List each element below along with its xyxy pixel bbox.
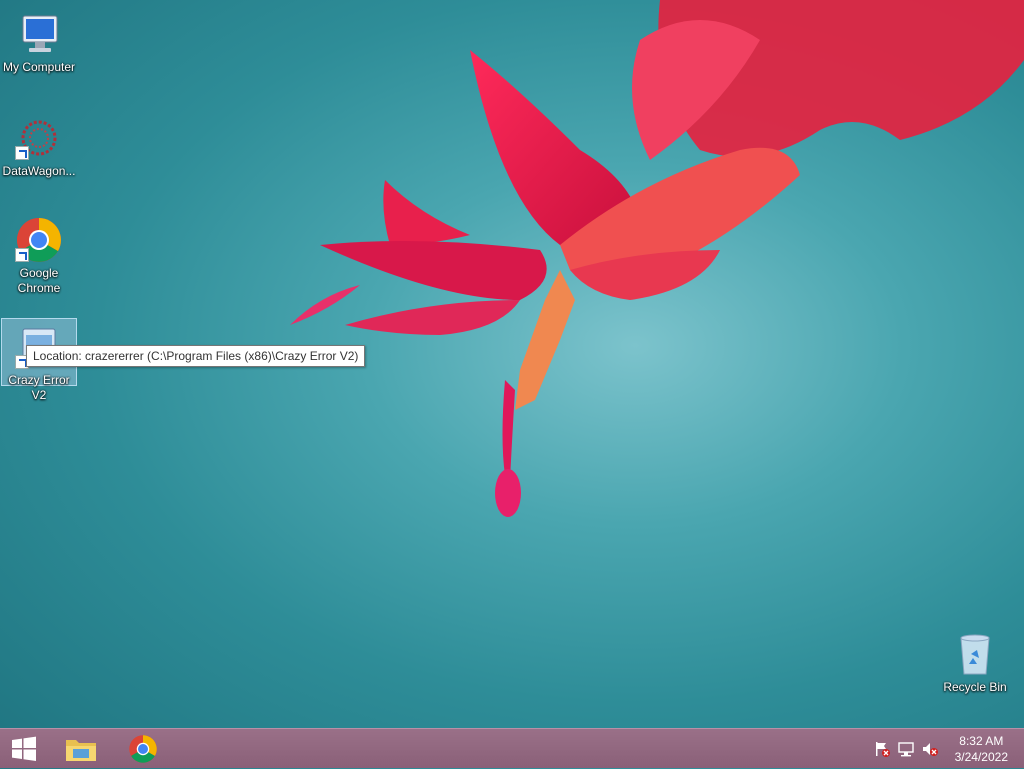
desktop-icon-label: My Computer xyxy=(2,60,76,74)
desktop-icon-my-computer[interactable]: My Computer xyxy=(1,6,77,75)
start-button[interactable] xyxy=(0,729,50,769)
start-icon xyxy=(12,736,36,761)
desktop-icon-datawagon[interactable]: DataWagon... xyxy=(1,110,77,179)
volume-muted-icon[interactable] xyxy=(922,741,938,757)
chrome-icon xyxy=(129,735,157,763)
network-icon[interactable] xyxy=(898,741,914,757)
desktop-icon-recycle-bin[interactable]: Recycle Bin xyxy=(937,626,1013,695)
taskbar-file-explorer-button[interactable] xyxy=(56,729,106,769)
chrome-icon xyxy=(15,216,63,264)
desktop-icon-label: DataWagon... xyxy=(2,164,76,178)
desktop-icon-google-chrome[interactable]: Google Chrome xyxy=(1,212,77,296)
clock-date: 3/24/2022 xyxy=(954,750,1008,764)
desktop-icon-label: Recycle Bin xyxy=(943,680,1007,694)
recycle-bin-icon xyxy=(951,630,999,678)
taskbar-clock[interactable]: 8:32 AM 3/24/2022 xyxy=(955,733,1008,765)
shortcut-arrow-icon xyxy=(15,248,29,262)
computer-icon xyxy=(15,10,63,58)
location-tooltip: Location: crazererrer (C:\Program Files … xyxy=(26,345,366,367)
datawagon-icon xyxy=(15,114,63,162)
desktop-icon-label: Google Chrome xyxy=(17,266,61,295)
taskbar: 8:32 AM 3/24/2022 xyxy=(0,728,1024,768)
shortcut-arrow-icon xyxy=(15,146,29,160)
file-explorer-icon xyxy=(66,740,96,761)
taskbar-chrome-button[interactable] xyxy=(118,729,168,769)
desktop-icon-label: Crazy Error V2 xyxy=(8,373,70,402)
clock-time: 8:32 AM xyxy=(959,734,1004,748)
action-center-flag-icon[interactable] xyxy=(874,741,890,757)
